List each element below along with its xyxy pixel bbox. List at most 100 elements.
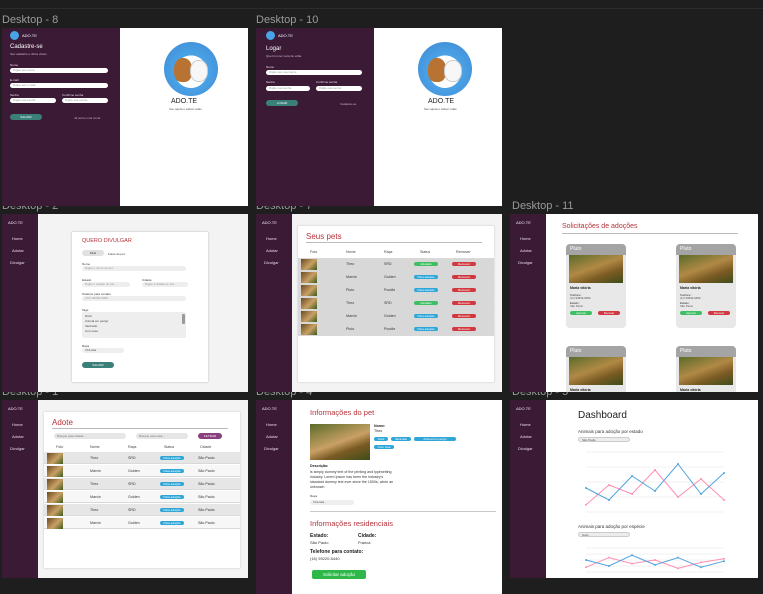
- nav-divulgar[interactable]: Divulgar: [2, 446, 38, 451]
- nav-divulgar[interactable]: Divulgar: [256, 446, 292, 451]
- remove-button[interactable]: Remover: [452, 314, 476, 318]
- chart1-state-select[interactable]: São Paulo: [578, 437, 630, 442]
- signup-link[interactable]: Cadastre-se: [340, 102, 356, 106]
- tag-option[interactable]: Dócil: [85, 314, 92, 318]
- phone-input[interactable]: (XX) 00000-0000: [82, 296, 186, 301]
- pet-name-input[interactable]: Digite o nome do pet...: [82, 266, 186, 271]
- tags-listbox[interactable]: Dócil Animal em perigo Vacinado Com tosa: [82, 312, 186, 338]
- pet-name: Pluto: [346, 288, 355, 292]
- city-label: Cidade:: [358, 533, 377, 539]
- nav-divulgar[interactable]: Divulgar: [2, 260, 38, 265]
- city-value: São Paulo: [198, 482, 215, 486]
- request-adoption-button[interactable]: Solicitar adoção: [312, 570, 366, 579]
- nav-home[interactable]: Home: [256, 236, 292, 241]
- password-input[interactable]: Digite sua senha: [10, 98, 56, 103]
- pet-photo: [569, 357, 623, 385]
- reject-button[interactable]: Recusar: [598, 311, 620, 315]
- state-value: São Paulo: [310, 540, 329, 545]
- pet-breed: Poodle: [384, 327, 396, 331]
- requests-title: Solicitações de adoções: [562, 223, 638, 230]
- nav-divulgar[interactable]: Divulgar: [256, 260, 292, 265]
- name-input[interactable]: Digite seu nome: [10, 68, 108, 73]
- table-row[interactable]: Theo SRD Para adoção São Paulo: [44, 478, 240, 490]
- approve-button[interactable]: Aprovar: [570, 311, 592, 315]
- frame-label-desktop-10[interactable]: Desktop - 10: [256, 14, 318, 26]
- tag-option[interactable]: Animal em perigo: [85, 319, 108, 323]
- username-input[interactable]: Digite seu username: [266, 70, 362, 75]
- table-row[interactable]: Theo SRD Para adoção São Paulo: [44, 504, 240, 516]
- status-badge: Para adoção: [160, 508, 184, 512]
- request-card: Pluto Maria vitória Telefone: (11) 99999…: [566, 244, 626, 328]
- state-input[interactable]: Digite o estado do pet...: [82, 282, 130, 287]
- nav-home[interactable]: Home: [510, 422, 546, 427]
- nav-adotar[interactable]: Adotar: [256, 434, 292, 439]
- reject-button[interactable]: Recusar: [708, 311, 730, 315]
- remove-button[interactable]: Remover: [452, 288, 476, 292]
- nav-divulgar[interactable]: Divulgar: [510, 446, 546, 451]
- nav-adotar[interactable]: Adotar: [510, 434, 546, 439]
- pet-breed: Poodle: [384, 288, 396, 292]
- confirm-password-input[interactable]: Digite sua senha: [316, 86, 362, 91]
- table-row[interactable]: Marvin Golden Para adoção São Paulo: [44, 465, 240, 477]
- city-value: São Paulo: [198, 495, 215, 499]
- nav-divulgar[interactable]: Divulgar: [510, 260, 546, 265]
- col-status: Status: [164, 445, 175, 449]
- status-badge: Para adoção: [160, 482, 184, 486]
- pet-thumbnail: [47, 492, 63, 503]
- city-search-input[interactable]: Busque pela cidade...: [54, 433, 126, 439]
- tag-option[interactable]: Vacinado: [85, 324, 97, 328]
- frame-label-desktop-8[interactable]: Desktop - 8: [2, 14, 58, 26]
- tag-option[interactable]: Com tosa: [85, 329, 98, 333]
- city-value: São Paulo: [198, 469, 215, 473]
- pets-card: Seus pets Foto Nome Raça Status Remover …: [298, 226, 494, 382]
- nav-adotar[interactable]: Adotar: [2, 248, 38, 253]
- nav-home[interactable]: Home: [256, 422, 292, 427]
- nav-home[interactable]: Home: [510, 236, 546, 241]
- filter-button[interactable]: FILTRAR: [198, 433, 222, 439]
- phone-label: Telefone para contato:: [310, 549, 364, 555]
- breed-select[interactable]: Vira-lata: [82, 348, 124, 353]
- tags-scrollbar[interactable]: [182, 314, 185, 324]
- phone-value: (11) 99999-9999: [680, 296, 701, 300]
- save-button[interactable]: SALVAR: [10, 114, 42, 120]
- remove-button[interactable]: Remover: [452, 262, 476, 266]
- login-link[interactable]: Já tenho uma conta: [74, 116, 100, 120]
- data-point: [631, 554, 633, 557]
- file-button[interactable]: FILE: [82, 250, 104, 256]
- chart2-species-select[interactable]: Gato: [578, 532, 630, 537]
- approve-button[interactable]: Aprovar: [680, 311, 702, 315]
- remove-button[interactable]: Remover: [452, 301, 476, 305]
- nav-adotar[interactable]: Adotar: [256, 248, 292, 253]
- save-button[interactable]: SALVAR: [82, 362, 114, 368]
- status-badge: Adotado: [414, 301, 438, 305]
- remove-button[interactable]: Remover: [452, 275, 476, 279]
- city-input[interactable]: Digite a cidade do pet...: [142, 282, 188, 287]
- breed-search-input[interactable]: Busque pela raça...: [136, 433, 188, 439]
- pet-thumbnail: [47, 466, 63, 477]
- pet-name: Marvin: [90, 495, 101, 499]
- password-input[interactable]: Digite sua senha: [266, 86, 310, 91]
- state-value: São Paulo: [570, 304, 583, 308]
- sidebar: ADO.TE Home Adotar Divulgar: [510, 400, 546, 578]
- data-point: [631, 562, 633, 565]
- table-row[interactable]: Marvin Golden Para adoção São Paulo: [44, 517, 240, 529]
- table-row[interactable]: Marvin Golden Para adoção São Paulo: [44, 491, 240, 503]
- frame-label-desktop-11[interactable]: Desktop - 11: [512, 200, 574, 212]
- nav-home[interactable]: Home: [2, 422, 38, 427]
- table-row[interactable]: Theo SRD Para adoção São Paulo: [44, 452, 240, 464]
- status-badge: Para adoção: [414, 327, 438, 331]
- email-input[interactable]: Digite seu e-mail: [10, 83, 108, 88]
- confirm-password-input[interactable]: Digite sua senha: [62, 98, 108, 103]
- nav-adotar[interactable]: Adotar: [510, 248, 546, 253]
- pets-table: Theo SRD Adotado Remover Marvin Golden Para ad…: [298, 258, 494, 336]
- data-point: [631, 475, 633, 477]
- brand-name: ADO.TE: [262, 406, 277, 411]
- nav-adotar[interactable]: Adotar: [2, 434, 38, 439]
- pet-breed: SRD: [128, 456, 136, 460]
- status-badge: Adotado: [414, 262, 438, 266]
- remove-button[interactable]: Remover: [452, 327, 476, 331]
- login-button[interactable]: LOGAR: [266, 100, 298, 106]
- col-foto: Foto: [56, 445, 64, 449]
- breed-select[interactable]: Vira-lata: [310, 500, 354, 505]
- nav-home[interactable]: Home: [2, 236, 38, 241]
